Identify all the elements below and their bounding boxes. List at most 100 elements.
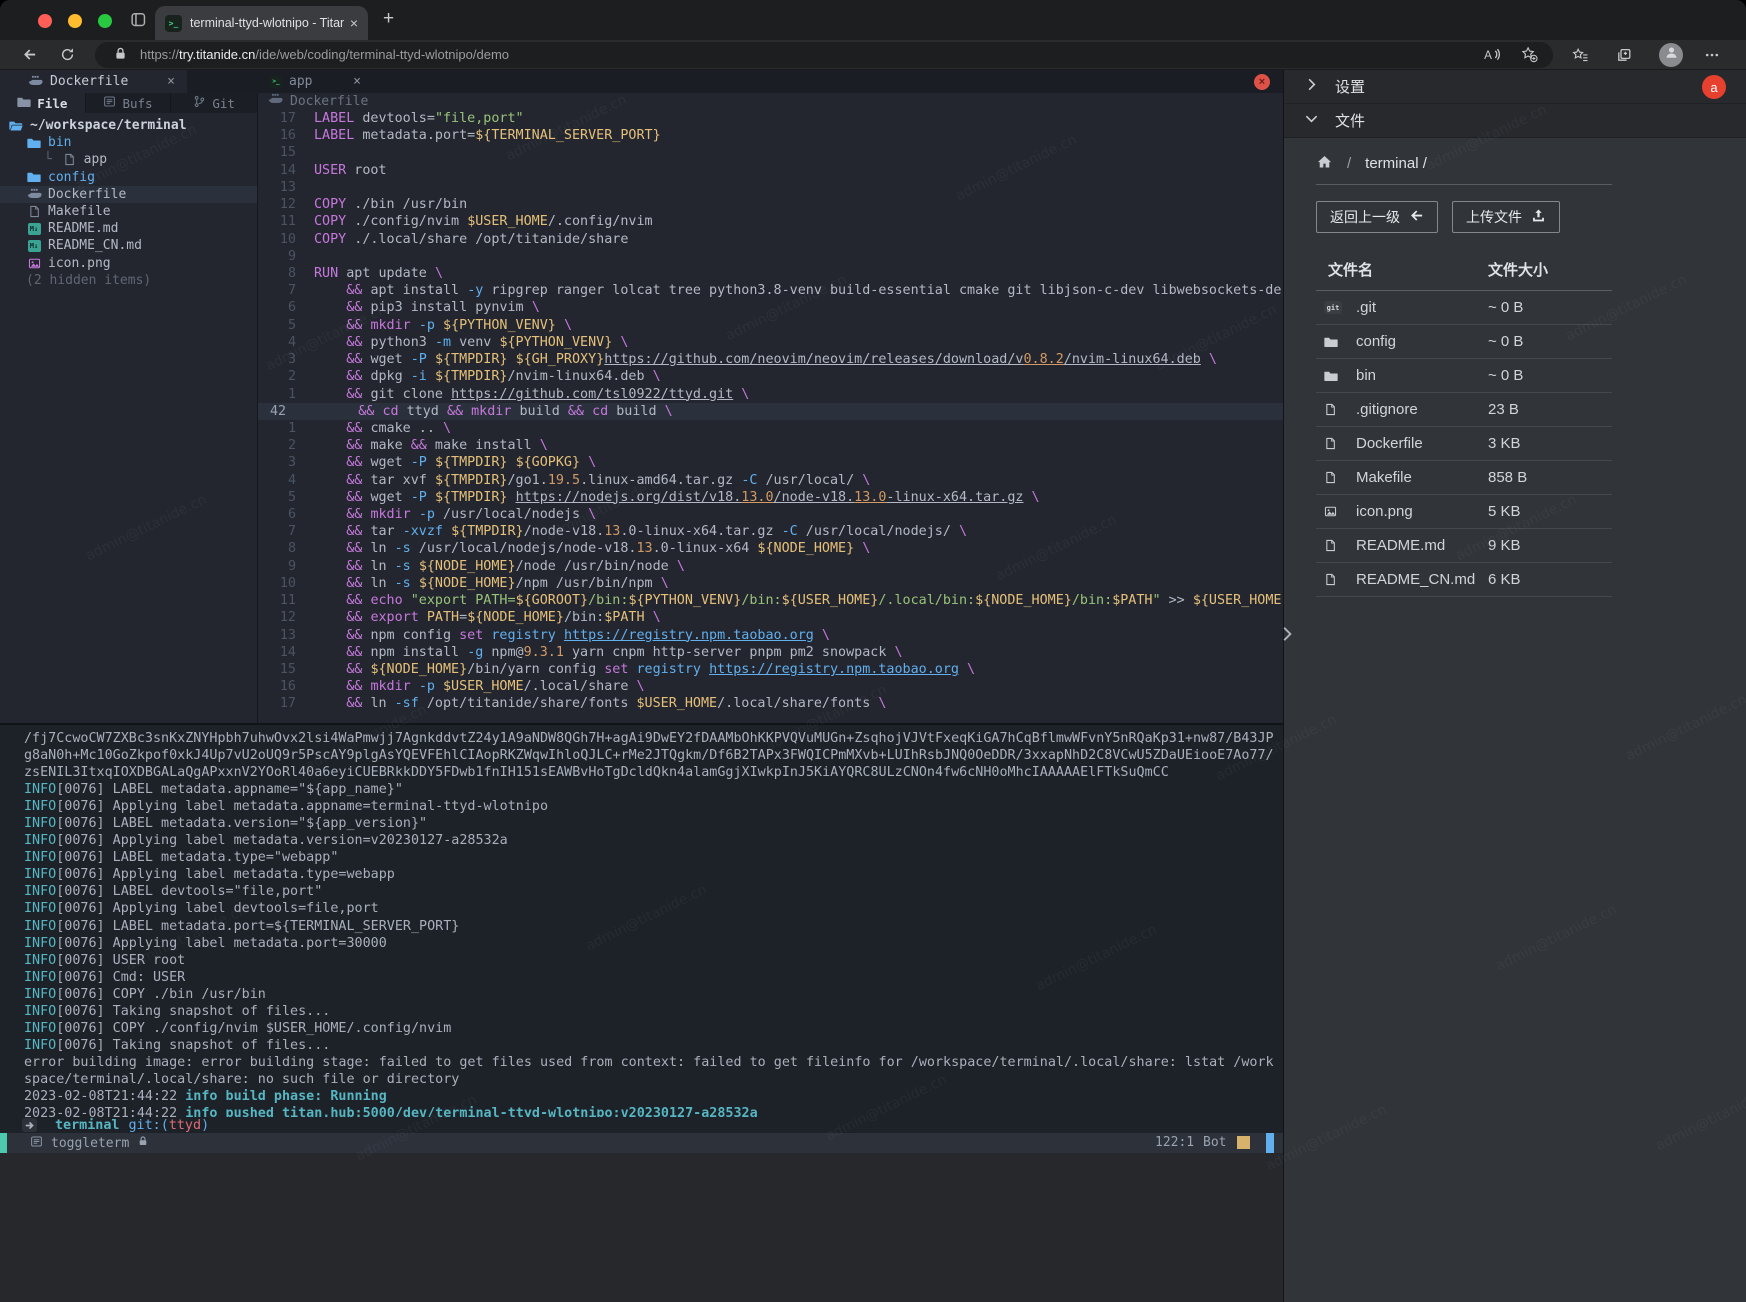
file-row--gitignore[interactable]: .gitignore23 B bbox=[1316, 393, 1612, 427]
favorites-icon[interactable] bbox=[1572, 47, 1589, 64]
home-icon[interactable] bbox=[1316, 153, 1333, 174]
explorer-tab-file[interactable]: File bbox=[0, 93, 85, 113]
back-icon[interactable] bbox=[22, 47, 39, 64]
code-line[interactable]: 14USER root bbox=[258, 162, 1283, 179]
code-line[interactable]: 11 && echo "export PATH=${GOROOT}/bin:${… bbox=[258, 592, 1283, 609]
file-row-dockerfile[interactable]: Dockerfile3 KB bbox=[1316, 427, 1612, 461]
code-line[interactable]: 6 && mkdir -p /usr/local/nodejs \ bbox=[258, 506, 1283, 523]
tab-close-icon[interactable]: × bbox=[350, 15, 358, 31]
tree-item-makefile[interactable]: Makefile bbox=[0, 203, 257, 220]
file-row-icon-png[interactable]: icon.png5 KB bbox=[1316, 495, 1612, 529]
file-name[interactable]: README.md bbox=[1348, 537, 1488, 554]
panel-collapse-chevron[interactable] bbox=[1277, 622, 1297, 646]
go-up-button[interactable]: 返回上一级 bbox=[1316, 201, 1438, 233]
code-line[interactable]: 8RUN apt update \ bbox=[258, 265, 1283, 282]
close-editor-button[interactable]: × bbox=[1254, 74, 1270, 90]
tab-dockerfile[interactable]: Dockerfile × bbox=[0, 70, 187, 93]
close-icon[interactable]: × bbox=[167, 74, 175, 89]
code-line[interactable]: 9 && ln -s ${NODE_HOME}/node /usr/bin/no… bbox=[258, 558, 1283, 575]
section-settings[interactable]: 设置 a bbox=[1284, 70, 1746, 104]
code-line[interactable]: 16LABEL metadata.port=${TERMINAL_SERVER_… bbox=[258, 127, 1283, 144]
code-editor[interactable]: Dockerfile 17LABEL devtools="file,port"1… bbox=[258, 93, 1283, 723]
close-icon[interactable]: × bbox=[353, 74, 361, 89]
code-line[interactable]: 13 bbox=[258, 179, 1283, 196]
code-line[interactable]: 1 && cmake .. \ bbox=[258, 420, 1283, 437]
tree-item-bin[interactable]: bin bbox=[0, 134, 257, 151]
url-text[interactable]: https://try.titanide.cn/ide/web/coding/t… bbox=[140, 47, 509, 62]
code-line[interactable]: 3 && wget -P ${TMPDIR} ${GH_PROXY}https:… bbox=[258, 351, 1283, 368]
code-line[interactable]: 4 && tar xvf ${TMPDIR}/go1.19.5.linux-am… bbox=[258, 472, 1283, 489]
code-line[interactable]: 1 && git clone https://github.com/tsl092… bbox=[258, 386, 1283, 403]
breadcrumb-path[interactable]: terminal / bbox=[1365, 155, 1427, 172]
tree-item-app[interactable]: └ app bbox=[0, 151, 257, 168]
file-name[interactable]: .gitignore bbox=[1348, 401, 1488, 418]
terminal-output[interactable]: /fj7CcwoCW7ZXBc3snKxZNYHpbh7uhwOvx2lsi4W… bbox=[0, 723, 1283, 1117]
code-line[interactable]: 12COPY ./bin /usr/bin bbox=[258, 196, 1283, 213]
file-row-readme-cn-md[interactable]: README_CN.md6 KB bbox=[1316, 563, 1612, 597]
code-line[interactable]: 42 && cd ttyd && mkdir build && cd build… bbox=[258, 403, 1283, 420]
tree-item-icon-png[interactable]: icon.png bbox=[0, 255, 257, 272]
code-line[interactable]: 10COPY ./.local/share /opt/titanide/shar… bbox=[258, 231, 1283, 248]
explorer-tab-bufs[interactable]: Bufs bbox=[85, 93, 171, 113]
refresh-icon[interactable] bbox=[60, 47, 77, 64]
user-avatar[interactable]: a bbox=[1702, 75, 1726, 99]
code-line[interactable]: 15 bbox=[258, 144, 1283, 161]
file-row-makefile[interactable]: Makefile858 B bbox=[1316, 461, 1612, 495]
add-favorite-icon[interactable] bbox=[1521, 46, 1538, 63]
code-line[interactable]: 6 && pip3 install pynvim \ bbox=[258, 299, 1283, 316]
more-menu-icon[interactable] bbox=[1704, 47, 1721, 64]
code-line[interactable]: 4 && python3 -m venv ${PYTHON_VENV} \ bbox=[258, 334, 1283, 351]
code-line[interactable]: 15 && ${NODE_HOME}/bin/yarn config set r… bbox=[258, 661, 1283, 678]
tree-item-config[interactable]: config bbox=[0, 169, 257, 186]
file-name[interactable]: bin bbox=[1348, 367, 1488, 384]
upload-file-button[interactable]: 上传文件 bbox=[1452, 201, 1560, 233]
tab-app[interactable]: >_ app × bbox=[258, 70, 373, 93]
window-zoom-button[interactable] bbox=[98, 14, 112, 28]
file-name[interactable]: .git bbox=[1348, 299, 1488, 316]
explorer-tab-git[interactable]: Git bbox=[170, 93, 257, 113]
file-row-bin[interactable]: bin~ 0 B bbox=[1316, 359, 1612, 393]
file-name[interactable]: Makefile bbox=[1348, 469, 1488, 486]
file-name[interactable]: README_CN.md bbox=[1348, 571, 1488, 588]
window-close-button[interactable] bbox=[38, 14, 52, 28]
code-line[interactable]: 10 && ln -s ${NODE_HOME}/npm /usr/bin/np… bbox=[258, 575, 1283, 592]
code-line[interactable]: 7 && apt install -y ripgrep ranger lolca… bbox=[258, 282, 1283, 299]
tab-overview-icon[interactable] bbox=[130, 11, 148, 29]
section-files[interactable]: 文件 bbox=[1284, 104, 1746, 138]
address-bar[interactable]: https://try.titanide.cn/ide/web/coding/t… bbox=[95, 42, 1553, 68]
code-line[interactable]: 11COPY ./config/nvim $USER_HOME/.config/… bbox=[258, 213, 1283, 230]
code-line[interactable]: 7 && tar -xvzf ${TMPDIR}/node-v18.13.0-l… bbox=[258, 523, 1283, 540]
tree-item-readme-md[interactable]: M↓README.md bbox=[0, 220, 257, 237]
window-minimize-button[interactable] bbox=[68, 14, 82, 28]
file-row--git[interactable]: git.git~ 0 B bbox=[1316, 291, 1612, 325]
buffer-name[interactable]: toggleterm bbox=[51, 1136, 129, 1151]
code-line[interactable]: 16 && mkdir -p $USER_HOME/.local/share \ bbox=[258, 678, 1283, 695]
tree-item-readme-cn-md[interactable]: M↓README_CN.md bbox=[0, 237, 257, 254]
file-name[interactable]: config bbox=[1348, 333, 1488, 350]
tree-item-dockerfile[interactable]: Dockerfile bbox=[0, 186, 257, 203]
scrollbar-indicator[interactable] bbox=[1266, 1133, 1274, 1153]
collections-icon[interactable] bbox=[1616, 47, 1633, 64]
code-line[interactable]: 3 && wget -P ${TMPDIR} ${GOPKG} \ bbox=[258, 454, 1283, 471]
tree-item--2-hidden-items-[interactable]: (2 hidden items) bbox=[0, 272, 257, 289]
new-tab-button[interactable]: + bbox=[383, 8, 394, 30]
file-row-config[interactable]: config~ 0 B bbox=[1316, 325, 1612, 359]
file-name[interactable]: icon.png bbox=[1348, 503, 1488, 520]
profile-avatar[interactable] bbox=[1659, 43, 1683, 67]
browser-tab[interactable]: >_ terminal-ttyd-wlotnipo - TitanIDE × bbox=[155, 6, 368, 40]
code-line[interactable]: 17LABEL devtools="file,port" bbox=[258, 110, 1283, 127]
code-line[interactable]: 17 && ln -sf /opt/titanide/share/fonts $… bbox=[258, 695, 1283, 712]
code-line[interactable]: 2 && dpkg -i ${TMPDIR}/nvim-linux64.deb … bbox=[258, 368, 1283, 385]
code-line[interactable]: 14 && npm install -g npm@9.3.1 yarn cnpm… bbox=[258, 644, 1283, 661]
read-aloud-icon[interactable]: A bbox=[1483, 46, 1500, 63]
code-line[interactable]: 8 && ln -s /usr/local/nodejs/node-v18.13… bbox=[258, 540, 1283, 557]
code-line[interactable]: 2 && make && make install \ bbox=[258, 437, 1283, 454]
code-line[interactable]: 12 && export PATH=${NODE_HOME}/bin:$PATH… bbox=[258, 609, 1283, 626]
code-line[interactable]: 13 && npm config set registry https://re… bbox=[258, 627, 1283, 644]
file-row-readme-md[interactable]: README.md9 KB bbox=[1316, 529, 1612, 563]
tree-item--workspace-terminal[interactable]: ~/workspace/terminal bbox=[0, 117, 257, 134]
code-line[interactable]: 5 && wget -P ${TMPDIR} https://nodejs.or… bbox=[258, 489, 1283, 506]
file-name[interactable]: Dockerfile bbox=[1348, 435, 1488, 452]
code-line[interactable]: 5 && mkdir -p ${PYTHON_VENV} \ bbox=[258, 317, 1283, 334]
shell-prompt[interactable]: terminal git:(ttyd) bbox=[0, 1117, 1283, 1133]
